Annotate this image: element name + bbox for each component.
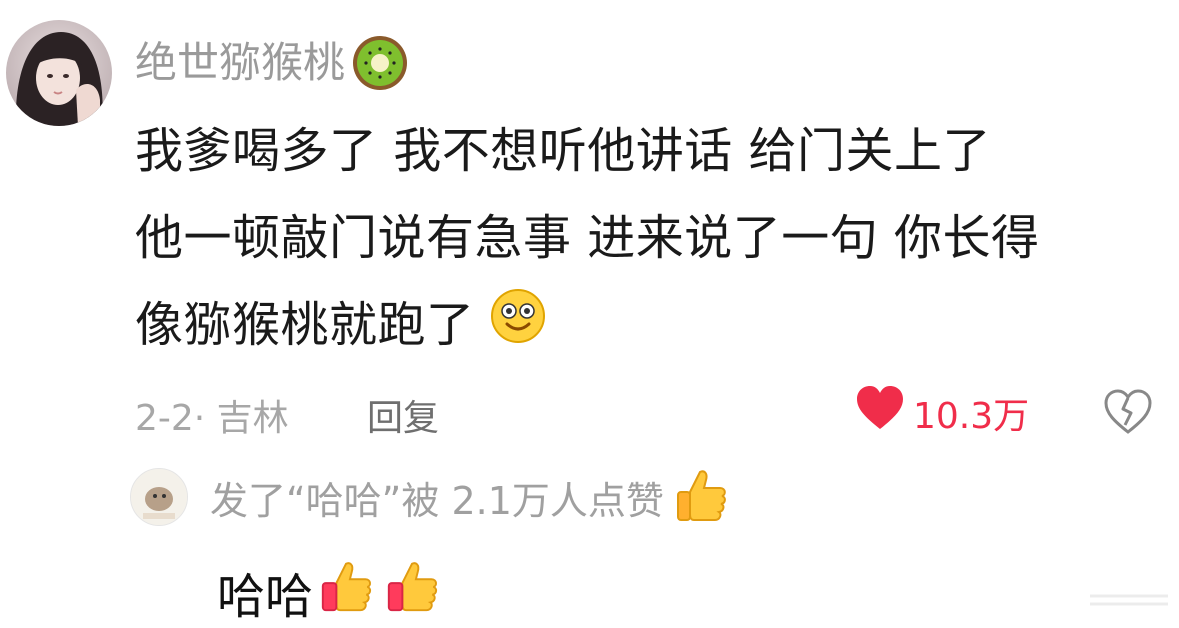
thumbs-up-emoji-icon: [317, 556, 377, 628]
reply-badge-row[interactable]: 发了“哈哈”被 2.1万人点赞: [130, 466, 732, 528]
username[interactable]: 绝世猕猴桃: [135, 32, 411, 94]
thumbs-up-emoji-icon: [383, 556, 443, 628]
username-text[interactable]: 绝世猕猴桃: [135, 37, 345, 89]
comment-line-1: 我爹喝多了 我不想听他讲话 给门关上了: [135, 123, 992, 179]
broken-heart-icon[interactable]: [1103, 389, 1153, 444]
heart-icon: [855, 385, 913, 440]
reply-content: 哈哈: [217, 556, 443, 628]
date-location: 2-2· 吉林: [135, 398, 289, 439]
reply-avatar[interactable]: [130, 468, 188, 526]
reply-badge-text: 发了“哈哈”被 2.1万人点赞: [210, 478, 664, 523]
reply-button[interactable]: 回复: [367, 389, 439, 441]
comment-line-3-text: 像猕猴桃就跑了: [135, 297, 475, 353]
comment-meta: 2-2· 吉林 回复 10.3万: [135, 383, 1165, 441]
user-avatar[interactable]: [6, 20, 112, 126]
like-count: 10.3万: [913, 395, 1030, 437]
comment-body: 我爹喝多了 我不想听他讲话 给门关上了 他一顿敲门说有急事 进来说了一句 你长得…: [135, 108, 1165, 372]
kiwi-emoji-icon: [349, 32, 411, 94]
smile-emoji-icon: [490, 285, 546, 372]
watermark: [1090, 592, 1168, 610]
reply-text: 哈哈: [217, 569, 314, 625]
like-button[interactable]: 10.3万: [855, 385, 1029, 440]
thumbs-up-emoji-icon: [670, 464, 732, 530]
comment-line-3: 像猕猴桃就跑了: [135, 282, 1165, 372]
comment-line-2: 他一顿敲门说有急事 进来说了一句 你长得: [135, 210, 1040, 266]
